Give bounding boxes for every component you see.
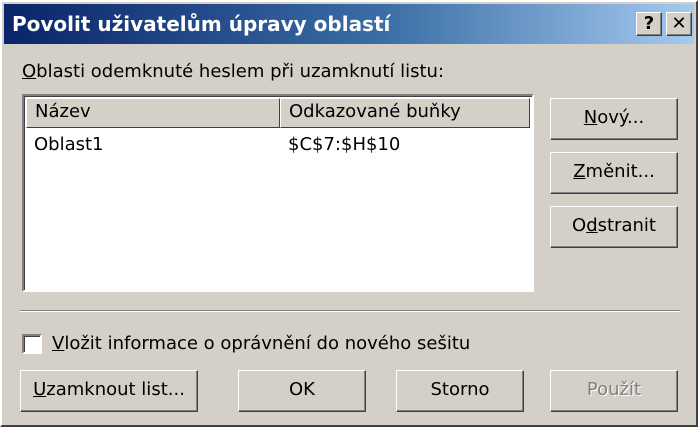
column-header-name[interactable]: Název <box>26 98 280 128</box>
checkbox-label-text: ložit informace o oprávnění do nového se… <box>64 333 471 354</box>
new-button-accel: N <box>583 107 598 128</box>
area-cells-ref: $C$7:$H$10 <box>288 134 401 155</box>
remove-button[interactable]: Odstranit <box>550 206 678 248</box>
areas-label-text: blasti odemknuté heslem při uzamknutí li… <box>36 61 445 82</box>
lock-sheet-button[interactable]: Uzamknout list... <box>20 370 198 412</box>
window-title: Povolit uživatelům úpravy oblastí <box>12 12 391 36</box>
remove-button-label: stranit <box>597 215 656 236</box>
remove-button-pre: O <box>572 215 587 236</box>
new-button[interactable]: Nový... <box>550 98 678 140</box>
checkbox-accel: V <box>52 333 65 354</box>
dialog-window: Povolit uživatelům úpravy oblastí ? ✕ Ob… <box>0 0 698 427</box>
areas-list[interactable]: Název Odkazované buňky Oblast1 $C$7:$H$1… <box>22 94 534 292</box>
help-button[interactable]: ? <box>636 12 662 36</box>
remove-button-accel: d <box>586 215 598 236</box>
ok-button[interactable]: OK <box>238 370 366 412</box>
lock-button-accel: U <box>33 379 47 400</box>
area-name: Oblast1 <box>34 134 104 155</box>
title-bar[interactable]: Povolit uživatelům úpravy oblastí ? ✕ <box>4 4 694 44</box>
cancel-button[interactable]: Storno <box>396 370 524 412</box>
help-icon: ? <box>643 13 655 34</box>
areas-list-label: Oblasti odemknuté heslem při uzamknutí l… <box>22 60 444 84</box>
list-item[interactable]: Oblast1 $C$7:$H$10 <box>26 132 530 158</box>
new-button-label: ový... <box>597 107 645 128</box>
change-button[interactable]: Změnit... <box>550 152 678 194</box>
apply-button[interactable]: Použít <box>550 370 678 412</box>
areas-label-accel: O <box>22 61 37 82</box>
lock-button-label: zamknout list... <box>46 379 185 400</box>
include-permissions-checkbox[interactable] <box>22 334 42 354</box>
change-button-label: měnit... <box>585 161 655 182</box>
separator <box>20 310 680 312</box>
change-button-accel: Z <box>573 161 586 182</box>
column-header-cells[interactable]: Odkazované buňky <box>280 98 530 128</box>
close-icon: ✕ <box>671 13 687 34</box>
close-button[interactable]: ✕ <box>666 12 692 36</box>
include-permissions-label[interactable]: Vložit informace o oprávnění do nového s… <box>52 332 470 356</box>
